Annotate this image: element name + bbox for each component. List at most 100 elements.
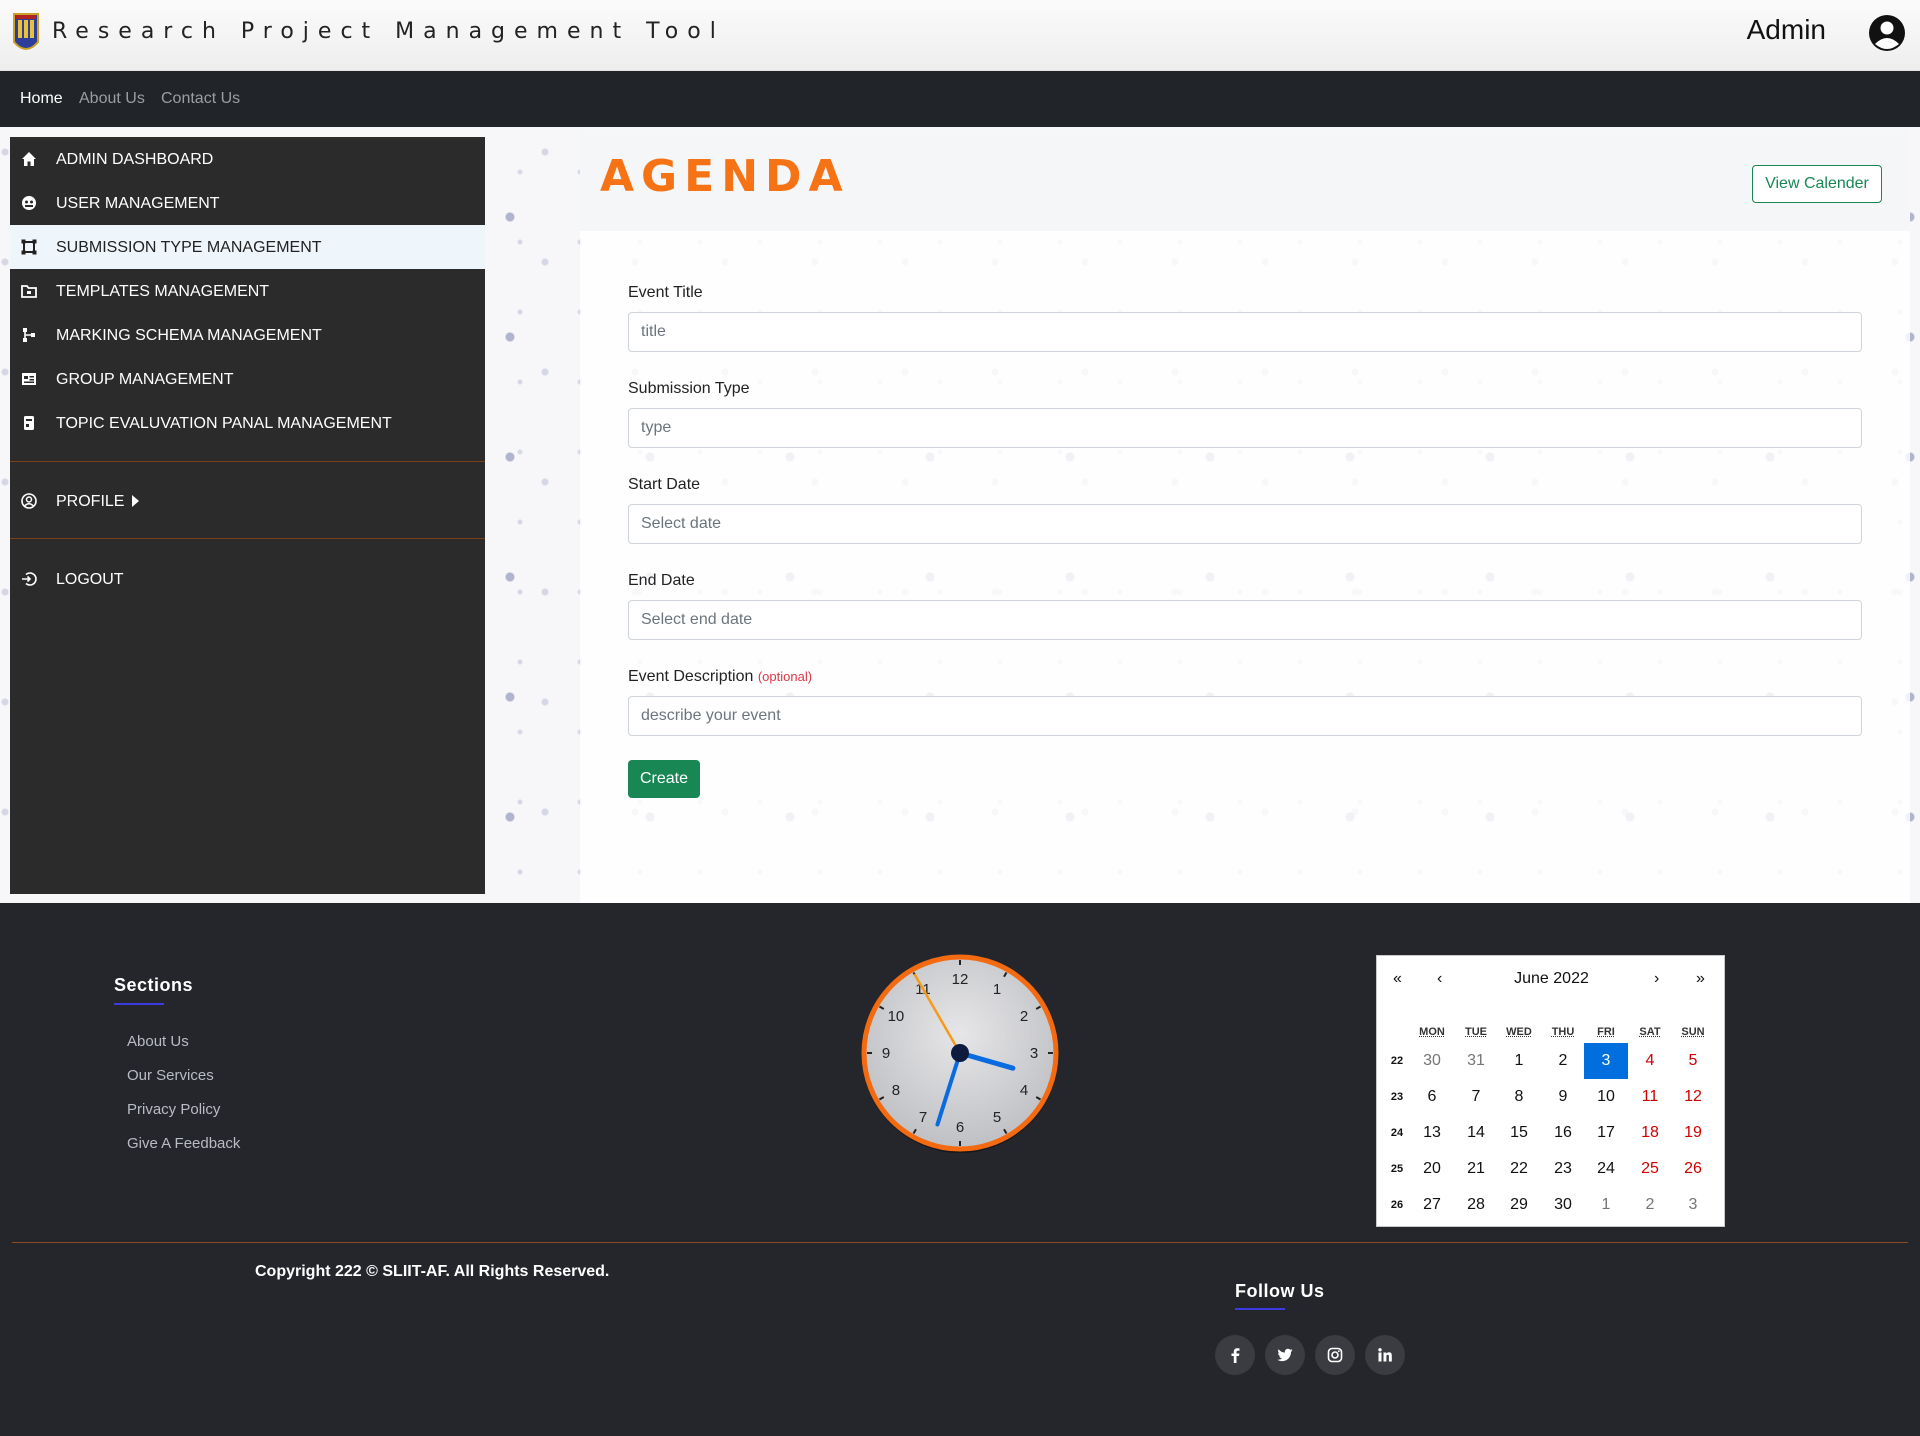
calendar-day[interactable]: 21 <box>1454 1151 1498 1187</box>
view-calendar-button[interactable]: View Calender <box>1752 165 1882 203</box>
calendar-week-number: 25 <box>1390 1163 1404 1175</box>
calendar-day[interactable]: 5 <box>1671 1043 1715 1079</box>
instagram-icon <box>1327 1347 1343 1363</box>
sidebar-item-group-management[interactable]: GROUP MANAGEMENT <box>10 357 485 401</box>
sidebar-item-submission-type-management[interactable]: SUBMISSION TYPE MANAGEMENT <box>10 225 485 269</box>
nav-home[interactable]: Home <box>20 90 63 108</box>
nav-about-us[interactable]: About Us <box>79 90 145 108</box>
calendar-day[interactable]: 10 <box>1584 1079 1628 1115</box>
event-title-input[interactable] <box>628 312 1862 352</box>
admin-username[interactable]: Admin <box>1747 14 1826 46</box>
footer-link-about-us[interactable]: About Us <box>127 1033 189 1050</box>
calendar-weekday-header: SUN <box>1681 1026 1705 1038</box>
admin-sidebar: ADMIN DASHBOARD USER MANAGEMENT SUBMISSI… <box>10 137 485 894</box>
twitter-button[interactable] <box>1265 1335 1305 1375</box>
university-logo <box>13 13 39 50</box>
calendar-day[interactable]: 23 <box>1541 1151 1585 1187</box>
clock-number: 3 <box>1030 1045 1038 1062</box>
start-date-input[interactable] <box>628 504 1862 544</box>
event-description-label: Event Description (optional) <box>628 668 812 686</box>
footer-divider <box>12 1242 1908 1243</box>
calendar-day[interactable]: 14 <box>1454 1115 1498 1151</box>
calendar-day[interactable]: 30 <box>1410 1043 1454 1079</box>
calendar-day[interactable]: 25 <box>1628 1151 1672 1187</box>
calendar-day[interactable]: 27 <box>1410 1187 1454 1223</box>
sidebar-item-profile[interactable]: PROFILE <box>10 479 485 523</box>
footer-link-our-services[interactable]: Our Services <box>127 1067 214 1084</box>
sidebar-item-label: TEMPLATES MANAGEMENT <box>56 283 270 300</box>
calendar-day[interactable]: 3 <box>1671 1187 1715 1223</box>
submission-type-input[interactable] <box>628 408 1862 448</box>
page-footer: Sections About Us Our Services Privacy P… <box>0 903 1920 1436</box>
calendar-day[interactable]: 24 <box>1584 1151 1628 1187</box>
sidebar-item-admin-dashboard[interactable]: ADMIN DASHBOARD <box>10 137 485 181</box>
calendar-day[interactable]: 4 <box>1628 1043 1672 1079</box>
calendar-day[interactable]: 6 <box>1410 1079 1454 1115</box>
sidebar-item-label: USER MANAGEMENT <box>56 195 220 212</box>
sidebar-item-label: ADMIN DASHBOARD <box>56 151 214 168</box>
calendar-day[interactable]: 1 <box>1497 1043 1541 1079</box>
facebook-button[interactable] <box>1215 1335 1255 1375</box>
clock-number: 1 <box>993 981 1001 998</box>
calendar-day[interactable]: 28 <box>1454 1187 1498 1223</box>
calendar-day[interactable]: 30 <box>1541 1187 1585 1223</box>
event-description-input[interactable] <box>628 696 1862 736</box>
calendar-day[interactable]: 2 <box>1628 1187 1672 1223</box>
calendar-month-label[interactable]: June 2022 <box>1377 970 1726 988</box>
calendar-day[interactable]: 7 <box>1454 1079 1498 1115</box>
calendar-day[interactable]: 2 <box>1541 1043 1585 1079</box>
nav-contact-us[interactable]: Contact Us <box>161 90 240 108</box>
calendar-next-month-button[interactable]: › <box>1654 970 1659 988</box>
clock-number: 7 <box>919 1109 927 1126</box>
sidebar-item-topic-evaluvation-panal-management[interactable]: TOPIC EVALUVATION PANAL MANAGEMENT <box>10 401 485 445</box>
sidebar-item-user-management[interactable]: USER MANAGEMENT <box>10 181 485 225</box>
calendar-day[interactable]: 12 <box>1671 1079 1715 1115</box>
calendar-weekday-header: FRI <box>1597 1026 1615 1038</box>
calendar-weekday-header: THU <box>1551 1026 1575 1038</box>
sidebar-item-label: GROUP MANAGEMENT <box>56 371 234 388</box>
sidebar-item-marking-schema-management[interactable]: MARKING SCHEMA MANAGEMENT <box>10 313 485 357</box>
sidebar-item-logout[interactable]: LOGOUT <box>10 557 485 601</box>
start-date-label: Start Date <box>628 476 701 493</box>
calendar-day[interactable]: 17 <box>1584 1115 1628 1151</box>
calendar-day[interactable]: 22 <box>1497 1151 1541 1187</box>
sidebar-item-templates-management[interactable]: TEMPLATES MANAGEMENT <box>10 269 485 313</box>
calendar-day[interactable]: 16 <box>1541 1115 1585 1151</box>
clock-number: 8 <box>892 1082 900 1099</box>
calendar-day[interactable]: 3 <box>1584 1043 1628 1079</box>
calendar-weekday-header: TUE <box>1465 1026 1487 1038</box>
calendar-day[interactable]: 13 <box>1410 1115 1454 1151</box>
agenda-header: AGENDA View Calender <box>580 129 1910 231</box>
top-header: Research Project Management Tool Admin <box>0 0 1920 71</box>
calendar-day[interactable]: 1 <box>1584 1187 1628 1223</box>
page-title: AGENDA <box>600 151 850 202</box>
calendar-day[interactable]: 18 <box>1628 1115 1672 1151</box>
user-avatar-icon[interactable] <box>1868 14 1906 52</box>
sidebar-item-label: MARKING SCHEMA MANAGEMENT <box>56 327 322 344</box>
clock-number: 12 <box>952 971 969 988</box>
calendar-day[interactable]: 11 <box>1628 1079 1672 1115</box>
clock-number: 4 <box>1020 1082 1028 1099</box>
calendar-day[interactable]: 9 <box>1541 1079 1585 1115</box>
calendar-next-year-button[interactable]: » <box>1696 970 1705 988</box>
end-date-input[interactable] <box>628 600 1862 640</box>
linkedin-button[interactable] <box>1365 1335 1405 1375</box>
calendar-day[interactable]: 20 <box>1410 1151 1454 1187</box>
footer-link-give-a-feedback[interactable]: Give A Feedback <box>127 1135 240 1152</box>
app-title: Research Project Management Tool <box>52 19 725 44</box>
clock-number: 9 <box>882 1045 890 1062</box>
main-navbar: Home About Us Contact Us <box>0 71 1920 127</box>
calendar-day[interactable]: 31 <box>1454 1043 1498 1079</box>
calendar-day[interactable]: 8 <box>1497 1079 1541 1115</box>
sidebar-divider <box>10 461 485 462</box>
calendar-day[interactable]: 15 <box>1497 1115 1541 1151</box>
event-title-label: Event Title <box>628 284 703 301</box>
instagram-button[interactable] <box>1315 1335 1355 1375</box>
create-button[interactable]: Create <box>628 760 700 798</box>
calendar-day[interactable]: 19 <box>1671 1115 1715 1151</box>
hierarchy-icon <box>23 328 35 342</box>
sections-title: Sections <box>114 975 194 995</box>
calendar-day[interactable]: 26 <box>1671 1151 1715 1187</box>
calendar-day[interactable]: 29 <box>1497 1187 1541 1223</box>
footer-link-privacy-policy[interactable]: Privacy Policy <box>127 1101 220 1118</box>
